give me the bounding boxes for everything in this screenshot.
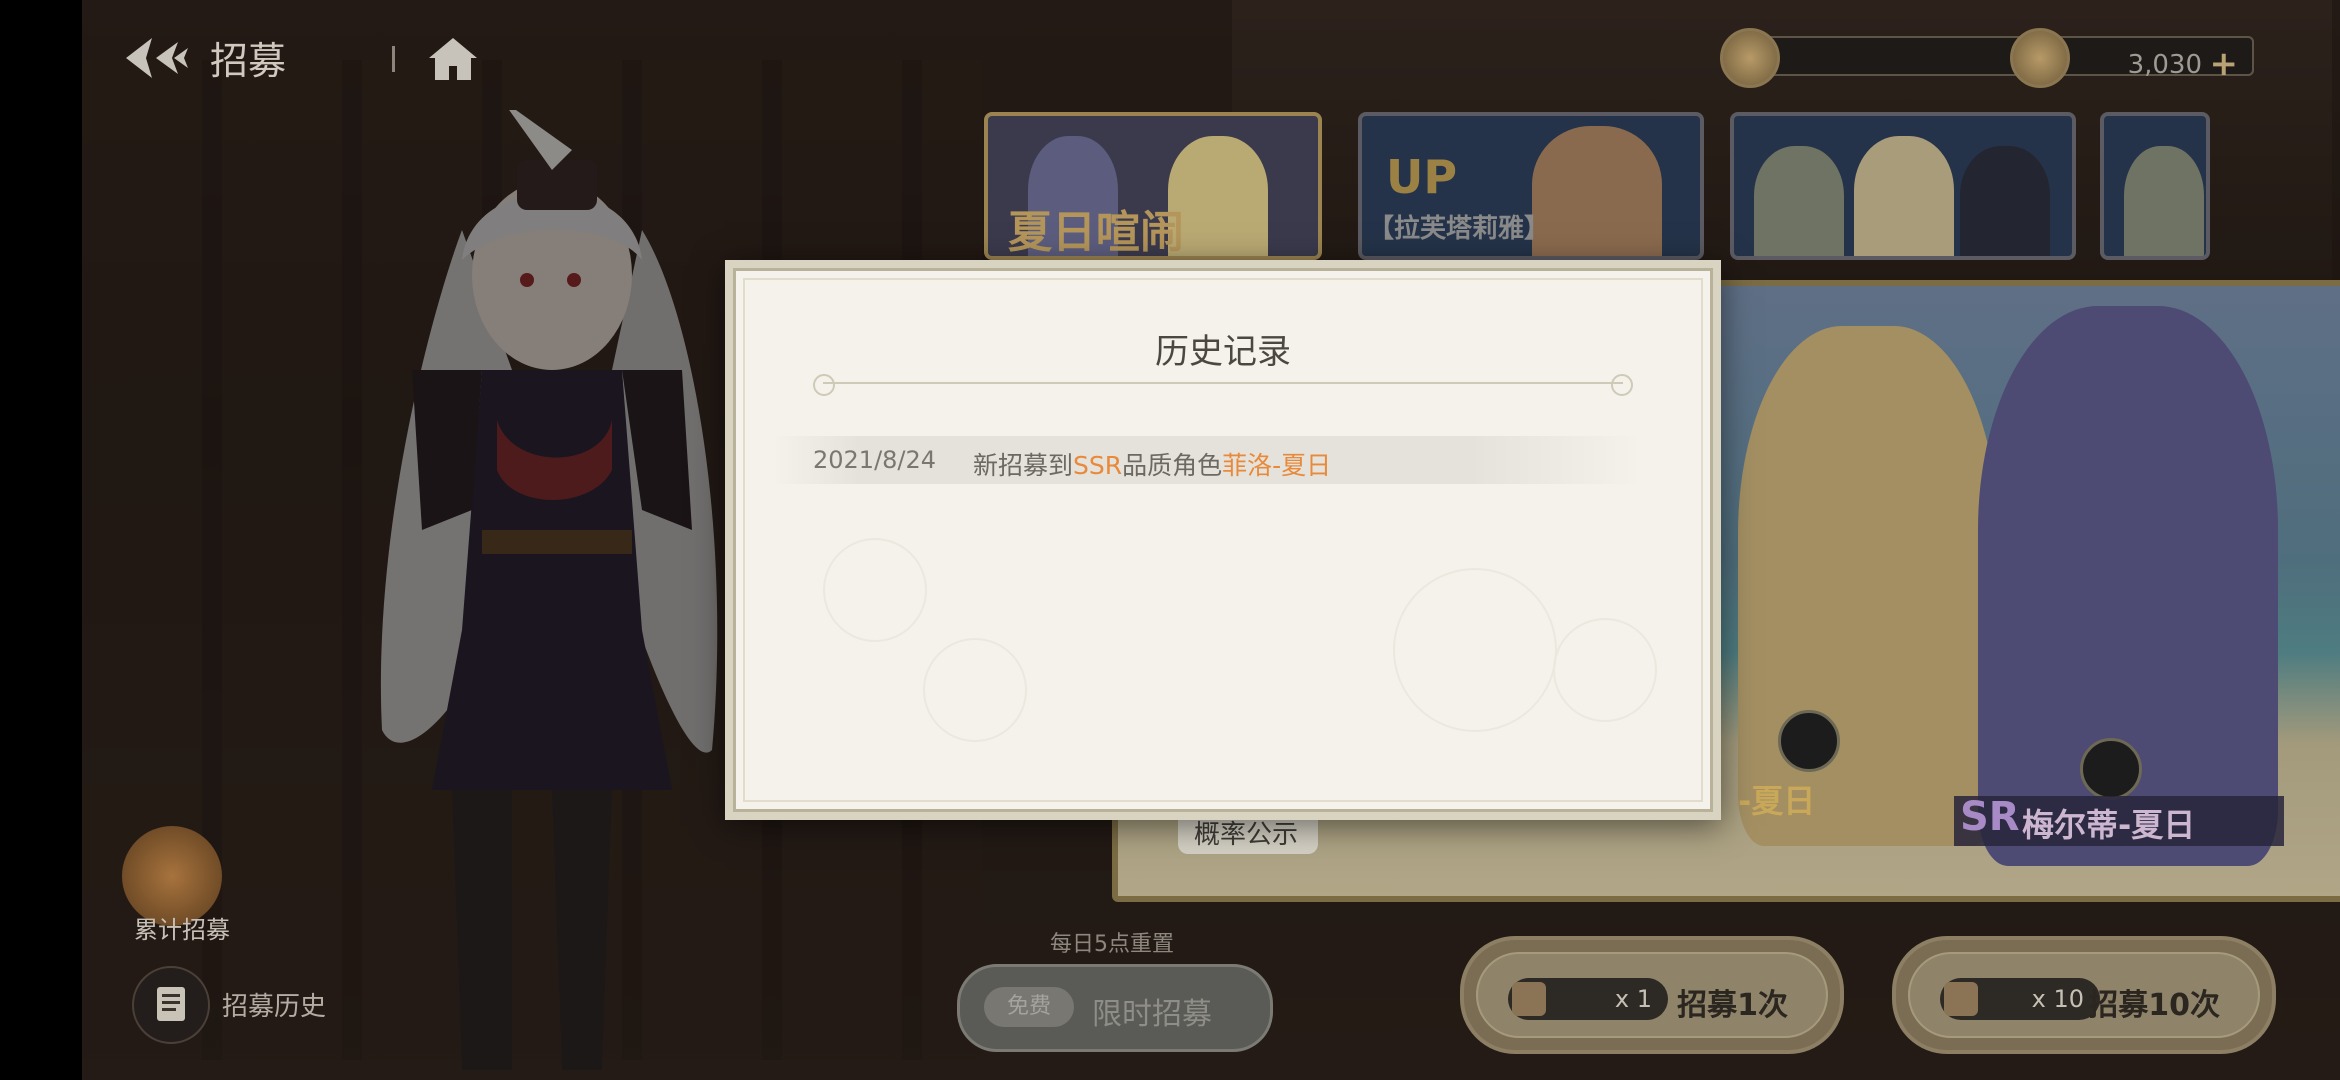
tab-up-label: UP: [1386, 150, 1458, 204]
recruit-ten-cost-value: x 10: [2031, 985, 2084, 1013]
divider-ornament-icon: [813, 374, 835, 396]
tab-up-sublabel: 【拉芙塔莉雅】: [1368, 214, 1551, 244]
watermark-decoration: [923, 638, 1027, 742]
recruit-ten-button[interactable]: x 10 招募10次: [1892, 936, 2276, 1054]
record-character: 菲洛-夏日: [1222, 451, 1332, 480]
watermark-decoration: [823, 538, 927, 642]
limited-recruit-label: 限时招募: [1092, 997, 1212, 1032]
scroll-ticket-icon: [1944, 982, 1978, 1016]
featured-name: 梅尔蒂-夏日: [2022, 806, 2196, 844]
recruit-once-label: 招募1次: [1677, 988, 1788, 1023]
recruit-once-inner: x 1 招募1次: [1476, 952, 1828, 1038]
recruit-history-label[interactable]: 招募历史: [222, 986, 326, 1023]
tab-heroes[interactable]: [1730, 112, 2076, 260]
record-rarity: SSR: [1073, 451, 1123, 480]
gold-coin-icon: [2010, 28, 2070, 88]
tab-next[interactable]: [2100, 112, 2210, 260]
watermark-decoration: [1553, 618, 1657, 722]
record-middle: 品质角色: [1122, 451, 1223, 480]
limited-recruit-button[interactable]: 免费 限时招募: [957, 964, 1273, 1052]
recruit-history-button[interactable]: [132, 966, 210, 1044]
document-icon: [157, 987, 185, 1021]
top-bar: 招募 19 + 3,030 +: [82, 0, 2340, 110]
add-gold-icon[interactable]: +: [2210, 44, 2239, 84]
tab-up[interactable]: UP 【拉芙塔莉雅】: [1358, 112, 1704, 260]
dialog-title: 历史记录: [1155, 332, 1291, 372]
tab-summer-label: 夏日喧闹: [1008, 207, 1184, 258]
page-title: 招募: [210, 39, 287, 83]
recruit-ten-label: 招募10次: [2088, 988, 2220, 1023]
scroll-ticket-icon: [1720, 28, 1780, 88]
recruit-once-cost-value: x 1: [1614, 985, 1652, 1013]
recruit-ten-cost: x 10: [1940, 978, 2100, 1020]
history-dialog: 历史记录 2021/8/24 新招募到SSR品质角色菲洛-夏日: [725, 260, 1721, 820]
divider-ornament-icon: [1611, 374, 1633, 396]
recruit-once-cost: x 1: [1508, 978, 1668, 1020]
tab-summer[interactable]: 夏日喧闹: [984, 112, 1322, 260]
reset-note: 每日5点重置: [1050, 932, 1174, 957]
back-arrow-icon[interactable]: [122, 34, 192, 82]
cumulative-recruit-label: 累计招募: [134, 916, 230, 944]
gold-bar: 3,030 +: [2050, 36, 2254, 84]
divider: [392, 46, 395, 72]
recruit-once-button[interactable]: x 1 招募1次: [1460, 936, 1844, 1054]
featured-name-suffix: -夏日: [1738, 782, 1816, 820]
record-prefix: 新招募到: [973, 451, 1074, 480]
rarity-badge: SR: [1960, 794, 2020, 840]
zoom-icon[interactable]: [2080, 738, 2142, 800]
scroll-ticket-icon: [1512, 982, 1546, 1016]
record-text: 新招募到SSR品质角色菲洛-夏日: [973, 446, 1331, 482]
home-icon[interactable]: [427, 34, 479, 82]
zoom-icon[interactable]: [1778, 710, 1840, 772]
history-record-row: 2021/8/24 新招募到SSR品质角色菲洛-夏日: [773, 436, 1643, 484]
gold-count: 3,030: [2127, 50, 2202, 80]
watermark-decoration: [1393, 568, 1557, 732]
recruit-ten-inner: x 10 招募10次: [1908, 952, 2260, 1038]
record-date: 2021/8/24: [813, 446, 937, 474]
title-divider: [823, 382, 1623, 384]
gold-currency: 3,030 +: [2010, 28, 2340, 88]
free-badge: 免费: [984, 987, 1074, 1027]
